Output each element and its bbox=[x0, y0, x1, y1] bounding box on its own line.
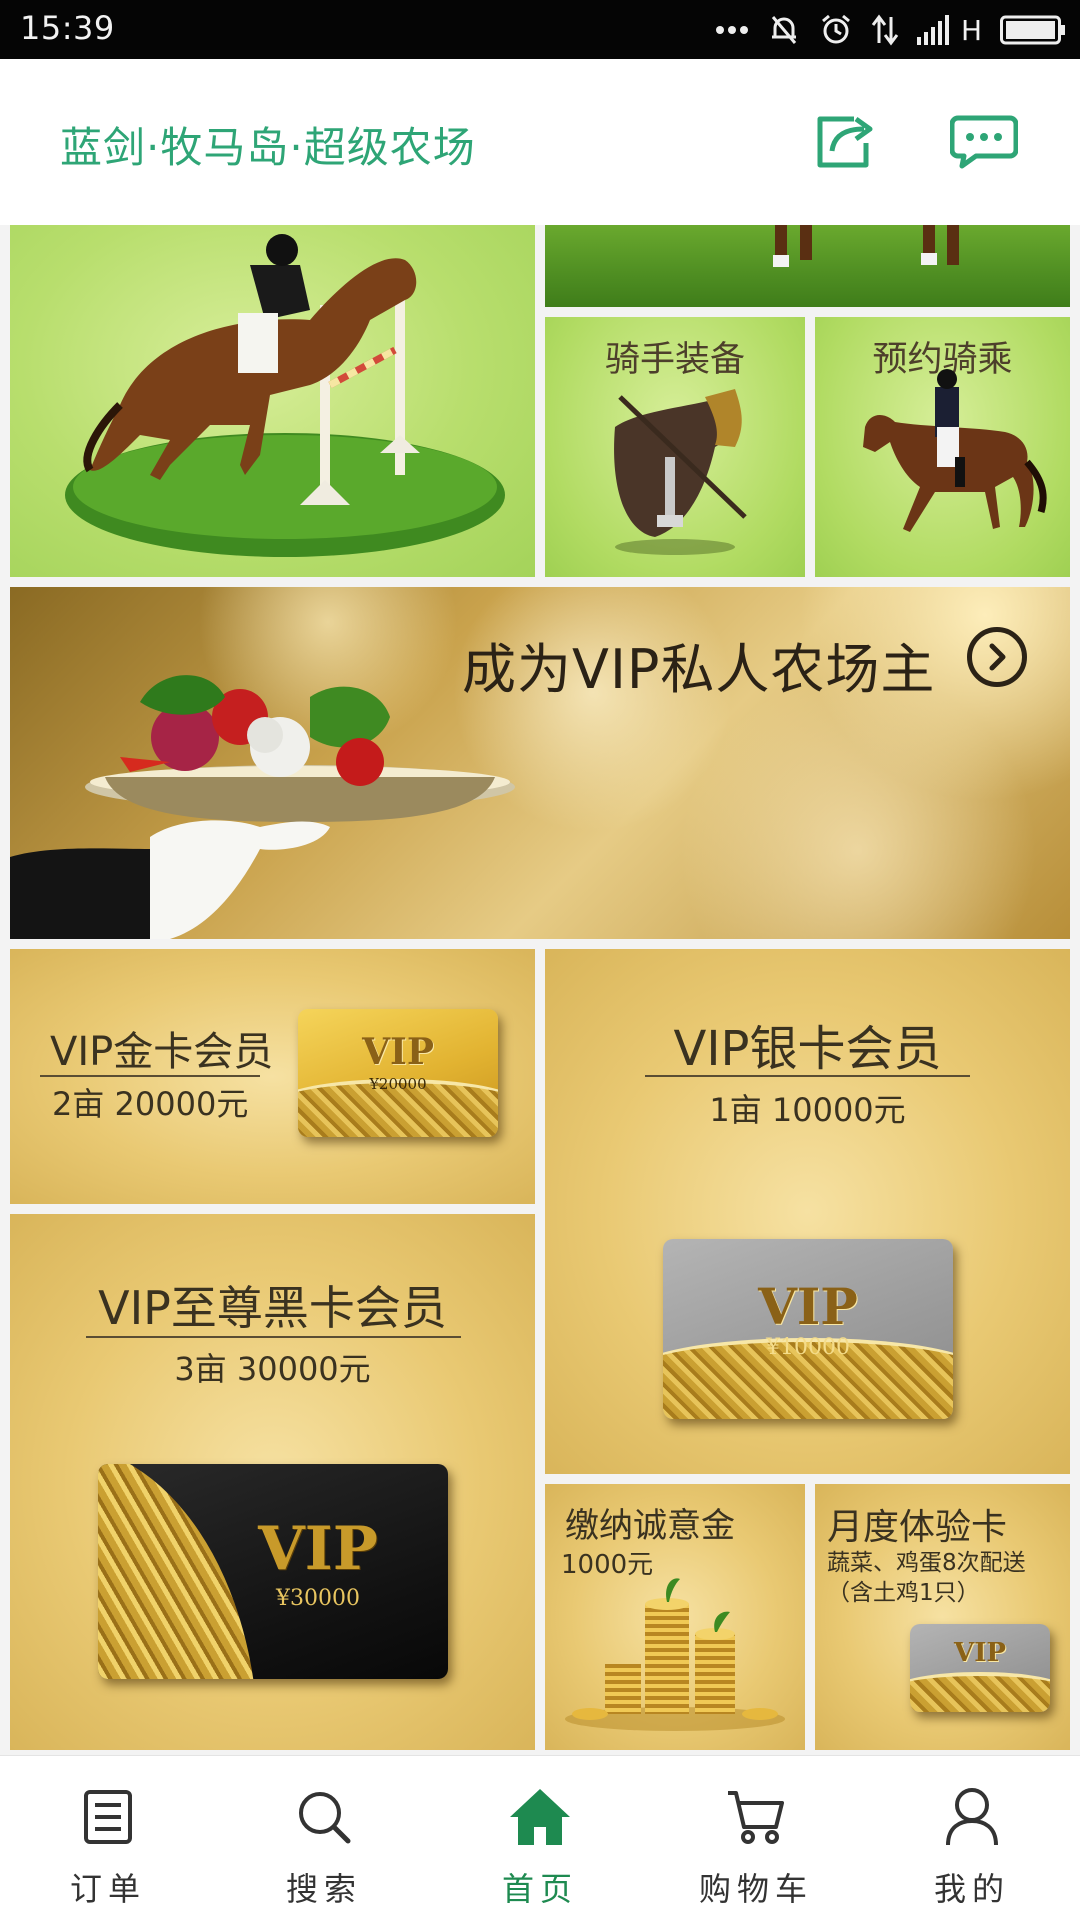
shopping-cart-icon bbox=[726, 1784, 786, 1850]
chevron-right-circle-icon bbox=[967, 627, 1027, 687]
black-member-name: VIP至尊黑卡会员 bbox=[98, 1281, 447, 1335]
gold-vip-card: VIP ¥20000 bbox=[298, 1009, 498, 1137]
chat-bubble-icon bbox=[949, 114, 1019, 174]
black-card-member-tile[interactable]: VIP至尊黑卡会员 3亩 30000元 VIP ¥30000 bbox=[10, 1214, 535, 1750]
alarm-icon bbox=[819, 13, 853, 47]
banner-text: 成为VIP私人农场主 bbox=[462, 638, 936, 701]
data-transfer-icon bbox=[871, 13, 899, 47]
dressage-horse-image bbox=[863, 369, 1047, 532]
saddle-image bbox=[614, 389, 747, 555]
status-time: 15:39 bbox=[20, 9, 115, 47]
app-header: 蓝剑·牧马岛·超级农场 bbox=[0, 59, 1080, 225]
horse-legs-image bbox=[773, 225, 959, 267]
gold-coins-image bbox=[565, 1578, 785, 1731]
silver-member-divider bbox=[645, 1075, 970, 1077]
status-icons: H bbox=[715, 10, 1066, 50]
monthly-trial-tile[interactable]: 月度体验卡 蔬菜、鸡蛋8次配送 （含土鸡1只） VIP bbox=[815, 1484, 1070, 1750]
nav-orders[interactable]: 订单 bbox=[0, 1756, 216, 1920]
silver-card-member-tile[interactable]: VIP银卡会员 1亩 10000元 VIP ¥10000 bbox=[545, 949, 1070, 1474]
search-icon bbox=[296, 1784, 352, 1850]
share-button[interactable] bbox=[810, 111, 882, 177]
gold-card-vip-label: VIP bbox=[362, 1031, 434, 1073]
monthly-desc-line2: （含土鸡1只） bbox=[827, 1580, 980, 1606]
rider-gear-tile[interactable]: 骑手装备 bbox=[545, 317, 805, 577]
user-icon bbox=[944, 1784, 1000, 1850]
home-icon bbox=[508, 1784, 572, 1850]
black-member-price: 3亩 30000元 bbox=[174, 1350, 371, 1388]
monthly-vip-card: VIP bbox=[910, 1624, 1050, 1712]
nav-cart-label: 购物车 bbox=[698, 1870, 813, 1908]
battery-icon bbox=[1000, 15, 1066, 45]
monthly-card-vip-label: VIP bbox=[954, 1638, 1006, 1668]
gold-card-member-tile[interactable]: VIP金卡会员 2亩 20000元 VIP ¥20000 bbox=[10, 949, 535, 1204]
bottom-navigation: 订单 搜索 首页 购物车 我的 bbox=[0, 1755, 1080, 1920]
nav-profile-label: 我的 bbox=[933, 1870, 1010, 1908]
horse-jumping-image bbox=[65, 234, 505, 557]
silver-member-name: VIP银卡会员 bbox=[673, 1021, 942, 1077]
gold-card-amount: ¥20000 bbox=[369, 1075, 427, 1093]
network-type: H bbox=[960, 13, 982, 47]
nav-home[interactable]: 首页 bbox=[432, 1756, 648, 1920]
app-title: 蓝剑·牧马岛·超级农场 bbox=[60, 123, 476, 172]
nav-profile[interactable]: 我的 bbox=[864, 1756, 1080, 1920]
black-member-divider bbox=[86, 1336, 461, 1338]
vip-farm-owner-banner[interactable]: 成为VIP私人农场主 bbox=[10, 587, 1070, 939]
signal-icon bbox=[916, 15, 951, 45]
order-list-icon bbox=[83, 1784, 133, 1850]
gold-member-price: 2亩 20000元 bbox=[52, 1085, 249, 1123]
silver-member-price: 1亩 10000元 bbox=[709, 1091, 906, 1129]
mute-bell-icon bbox=[767, 13, 801, 47]
nav-search-label: 搜索 bbox=[285, 1870, 362, 1908]
nav-home-label: 首页 bbox=[501, 1870, 578, 1908]
grass-field-tile[interactable] bbox=[545, 225, 1070, 307]
nav-search[interactable]: 搜索 bbox=[216, 1756, 432, 1920]
silver-vip-card: VIP ¥10000 bbox=[663, 1239, 953, 1419]
silver-card-vip-label: VIP bbox=[758, 1277, 858, 1336]
status-bar: 15:39 H bbox=[0, 0, 1080, 59]
deposit-tile[interactable]: 缴纳诚意金 1000元 bbox=[545, 1484, 805, 1750]
nav-orders-label: 订单 bbox=[69, 1870, 146, 1908]
nav-cart[interactable]: 购物车 bbox=[648, 1756, 864, 1920]
share-icon bbox=[814, 113, 878, 175]
message-button[interactable] bbox=[948, 111, 1020, 177]
black-card-vip-label: VIP bbox=[258, 1514, 378, 1584]
gold-member-name: VIP金卡会员 bbox=[50, 1029, 274, 1075]
main-content: 骑手装备 预约骑乘 成为VIP私人农场主 VIP金卡会员 2亩 20000元 V… bbox=[0, 225, 1080, 1755]
more-dots-icon bbox=[715, 25, 749, 35]
monthly-desc-line1: 蔬菜、鸡蛋8次配送 bbox=[827, 1550, 1026, 1576]
horse-jumping-tile[interactable] bbox=[10, 225, 535, 577]
monthly-title: 月度体验卡 bbox=[827, 1507, 1008, 1548]
gold-member-divider bbox=[40, 1075, 260, 1077]
book-ride-tile[interactable]: 预约骑乘 bbox=[815, 317, 1070, 577]
silver-card-amount: ¥10000 bbox=[766, 1335, 850, 1360]
black-card-amount: ¥30000 bbox=[276, 1586, 360, 1611]
black-vip-card: VIP ¥30000 bbox=[98, 1464, 448, 1679]
